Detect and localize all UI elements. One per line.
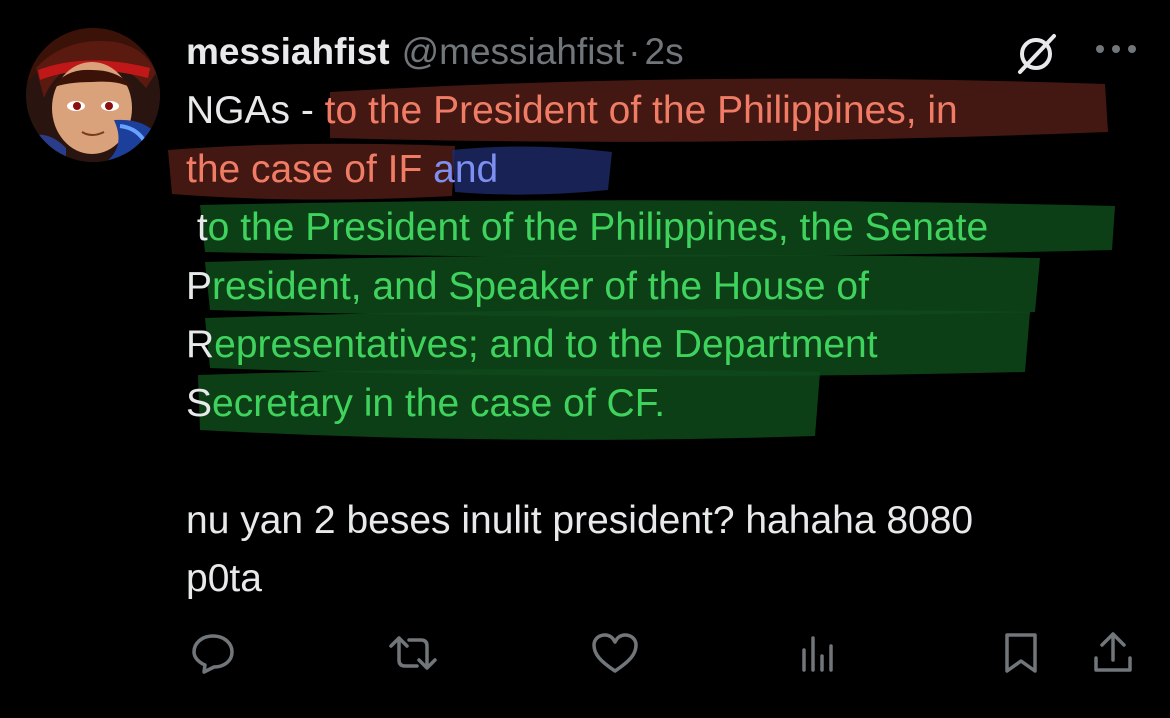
retweet-icon — [389, 636, 437, 670]
views-button[interactable] — [790, 626, 844, 680]
tweet-card[interactable]: messiahfist @messiahfist · 2s NGAs - to … — [0, 0, 1170, 718]
share-button[interactable] — [1086, 626, 1140, 680]
text-line-6: Secretary in the case of CF. — [186, 375, 1136, 434]
tweet-header: messiahfist @messiahfist · 2s — [186, 30, 684, 74]
green-highlight-text: resident, and Speaker of the House of — [212, 264, 869, 308]
timestamp[interactable]: 2s — [645, 30, 684, 74]
text-line-1: NGAs - to the President of the Philippin… — [186, 82, 1136, 141]
avatar[interactable] — [26, 28, 160, 162]
separator-dot: · — [628, 31, 641, 72]
reply-bubble-icon — [192, 634, 234, 674]
green-highlight-text: epresentatives; and to the Department — [214, 323, 878, 366]
text-line-5: Representatives; and to the Department — [186, 316, 1136, 375]
handle[interactable]: @messiahfist — [402, 30, 625, 74]
plain-text: R — [186, 323, 215, 366]
views-bars-icon — [802, 636, 833, 672]
grok-slash-circle-icon[interactable] — [1012, 30, 1060, 76]
tweet-text: NGAs - to the President of the Philippin… — [186, 82, 1136, 609]
display-name[interactable]: messiahfist — [186, 30, 390, 74]
text-line-8: p0ta — [186, 557, 262, 600]
blue-highlight-text: and — [433, 147, 499, 191]
retweet-button[interactable] — [386, 626, 440, 680]
like-button[interactable] — [588, 626, 642, 680]
green-highlight-text: ecretary in the case of CF. — [212, 381, 666, 425]
text-line-7: nu yan 2 beses inulit president? hahaha … — [186, 498, 974, 542]
share-upload-icon — [1094, 632, 1132, 672]
bookmark-icon — [1005, 633, 1037, 673]
red-highlight-text: the case of IF — [186, 147, 423, 191]
anime-avatar-image — [26, 28, 160, 162]
text-line-3: to the President of the Philippines, the… — [186, 199, 1136, 258]
text-line-4: President, and Speaker of the House of — [186, 258, 1136, 317]
more-dots-icon[interactable] — [1092, 42, 1140, 56]
text-line-2: the case of IF and — [186, 141, 1136, 200]
red-highlight-text: to the President of the Philippines, in — [324, 89, 958, 132]
action-bar — [0, 626, 1170, 680]
plain-text: t — [186, 206, 208, 249]
text-prefix: NGAs - — [186, 89, 325, 132]
bookmark-button[interactable] — [994, 626, 1048, 680]
green-highlight-text: o the President of the Philippines, the … — [207, 206, 989, 249]
heart-icon — [592, 633, 638, 673]
plain-text: S — [186, 381, 213, 425]
reply-button[interactable] — [186, 626, 240, 680]
plain-text: P — [186, 264, 213, 308]
